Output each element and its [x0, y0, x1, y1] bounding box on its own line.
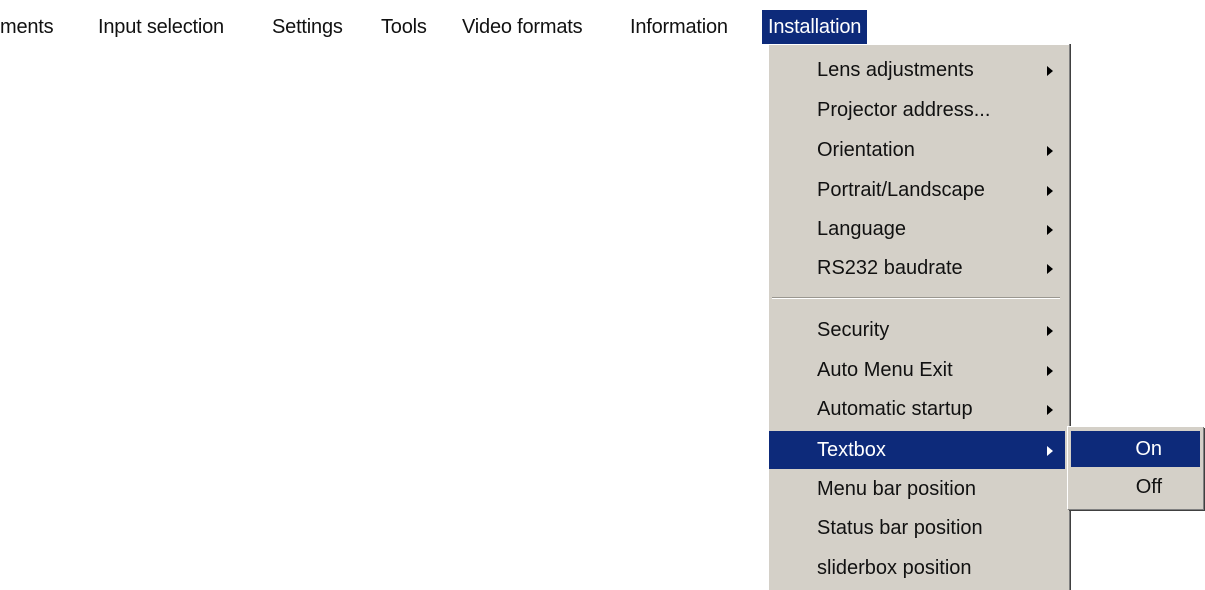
dropdown-item-lens-adjustments[interactable]: Lens adjustments	[769, 51, 1065, 89]
chevron-right-icon	[1047, 264, 1053, 274]
dropdown-item-label: Language	[817, 218, 906, 240]
dropdown-item-portrait-landscape[interactable]: Portrait/Landscape	[769, 171, 1065, 209]
dropdown-item-rs232-baudrate[interactable]: RS232 baudrate	[769, 249, 1065, 287]
menu-item-installation[interactable]: Installation	[762, 10, 868, 44]
dropdown-item-sliderbox-position[interactable]: sliderbox position	[769, 549, 1065, 587]
submenu-item-label: Off	[1135, 476, 1162, 498]
submenu-item-label: On	[1135, 438, 1162, 460]
submenu-item-off[interactable]: Off	[1071, 469, 1200, 505]
dropdown-item-menu-bar-position[interactable]: Menu bar position	[769, 470, 1065, 508]
dropdown-item-label: Auto Menu Exit	[817, 359, 953, 381]
chevron-right-icon	[1047, 146, 1053, 156]
chevron-right-icon	[1047, 186, 1053, 196]
textbox-submenu: On Off	[1067, 426, 1203, 509]
menu-item-adjustments[interactable]: ments	[0, 10, 59, 44]
chevron-right-icon	[1047, 405, 1053, 415]
menu-bar: ments Input selection Settings Tools Vid…	[0, 0, 1205, 47]
dropdown-item-label: Automatic startup	[817, 398, 973, 420]
menu-item-information[interactable]: Information	[624, 10, 734, 44]
installation-dropdown-menu: Lens adjustments Projector address... Or…	[768, 44, 1069, 590]
chevron-right-icon	[1047, 326, 1053, 336]
dropdown-item-label: Lens adjustments	[817, 59, 974, 81]
dropdown-item-orientation[interactable]: Orientation	[769, 131, 1065, 169]
chevron-right-icon	[1047, 366, 1053, 376]
chevron-right-icon	[1047, 446, 1053, 456]
menu-item-tools[interactable]: Tools	[375, 10, 433, 44]
dropdown-item-label: Projector address...	[817, 99, 991, 121]
menu-item-input-selection[interactable]: Input selection	[92, 10, 230, 44]
dropdown-item-label: Menu bar position	[817, 478, 976, 500]
dropdown-item-security[interactable]: Security	[769, 311, 1065, 349]
dropdown-item-label: Security	[817, 319, 890, 341]
dropdown-item-label: RS232 baudrate	[817, 257, 963, 279]
menu-separator	[772, 297, 1060, 299]
dropdown-item-label: Status bar position	[817, 517, 983, 539]
dropdown-item-projector-address[interactable]: Projector address...	[769, 91, 1065, 129]
menu-item-settings[interactable]: Settings	[266, 10, 349, 44]
dropdown-item-label: sliderbox position	[817, 557, 972, 579]
submenu-item-on[interactable]: On	[1071, 431, 1200, 467]
chevron-right-icon	[1047, 66, 1053, 76]
chevron-right-icon	[1047, 225, 1053, 235]
dropdown-item-language[interactable]: Language	[769, 210, 1065, 248]
dropdown-item-auto-menu-exit[interactable]: Auto Menu Exit	[769, 351, 1065, 389]
dropdown-item-status-bar-position[interactable]: Status bar position	[769, 509, 1065, 547]
menu-item-video-formats[interactable]: Video formats	[456, 10, 588, 44]
dropdown-item-label: Textbox	[817, 439, 886, 461]
dropdown-item-textbox[interactable]: Textbox	[769, 431, 1065, 469]
dropdown-item-label: Portrait/Landscape	[817, 179, 985, 201]
dropdown-item-label: Orientation	[817, 139, 915, 161]
dropdown-item-automatic-startup[interactable]: Automatic startup	[769, 390, 1065, 428]
